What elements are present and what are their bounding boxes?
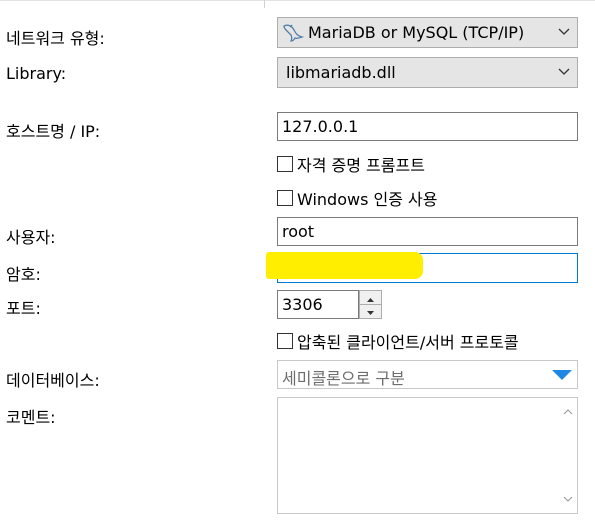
library-label: Library:	[6, 64, 67, 83]
redaction-highlight	[266, 252, 423, 279]
network-type-label: 네트워크 유형:	[6, 29, 105, 48]
compressed-protocol-checkbox[interactable]	[277, 333, 293, 349]
dolphin-icon	[282, 22, 305, 47]
user-label: 사용자:	[6, 228, 56, 247]
compressed-protocol-checkbox-row[interactable]: 압축된 클라이언트/서버 프로토콜	[277, 329, 519, 353]
user-input[interactable]: root	[277, 217, 578, 246]
network-type-value: MariaDB or MySQL (TCP/IP)	[308, 23, 525, 42]
host-value: 127.0.0.1	[282, 117, 359, 136]
comment-label: 코멘트:	[6, 408, 56, 427]
credential-prompt-label: 자격 증명 프롬프트	[297, 156, 425, 175]
library-select[interactable]: libmariadb.dll	[277, 57, 578, 88]
chevron-down-icon	[558, 68, 570, 75]
comment-scrollbar[interactable]	[560, 398, 577, 513]
databases-label: 데이터베이스:	[6, 371, 100, 390]
scroll-up-icon[interactable]	[563, 408, 573, 416]
compressed-protocol-label: 압축된 클라이언트/서버 프로토콜	[297, 333, 519, 352]
port-increment-button[interactable]	[359, 290, 382, 305]
databases-combo[interactable]: 세미콜론으로 구분	[277, 360, 578, 389]
port-input[interactable]: 3306	[277, 290, 359, 319]
port-label: 포트:	[6, 299, 41, 318]
column-divider	[264, 0, 265, 8]
port-value: 3306	[282, 295, 323, 314]
windows-auth-label: Windows 인증 사용	[297, 190, 438, 209]
windows-auth-checkbox-row[interactable]: Windows 인증 사용	[277, 186, 437, 210]
windows-auth-checkbox[interactable]	[277, 190, 293, 206]
chevron-down-icon	[558, 28, 570, 35]
arrow-down-icon	[367, 311, 374, 315]
library-value: libmariadb.dll	[286, 63, 396, 82]
scroll-down-icon[interactable]	[563, 495, 573, 503]
host-label: 호스트명 / IP:	[6, 122, 101, 141]
credential-prompt-checkbox-row[interactable]: 자격 증명 프롬프트	[277, 152, 425, 176]
network-type-select[interactable]: MariaDB or MySQL (TCP/IP)	[277, 17, 578, 48]
databases-placeholder: 세미콜론으로 구분	[282, 369, 405, 388]
top-border	[0, 0, 595, 1]
credential-prompt-checkbox[interactable]	[277, 156, 293, 172]
port-decrement-button[interactable]	[359, 304, 382, 319]
user-value: root	[282, 222, 315, 241]
password-label: 암호:	[6, 265, 41, 284]
host-input[interactable]: 127.0.0.1	[277, 112, 578, 141]
comment-textarea[interactable]	[277, 397, 578, 514]
dropdown-arrow-icon[interactable]	[551, 369, 573, 381]
